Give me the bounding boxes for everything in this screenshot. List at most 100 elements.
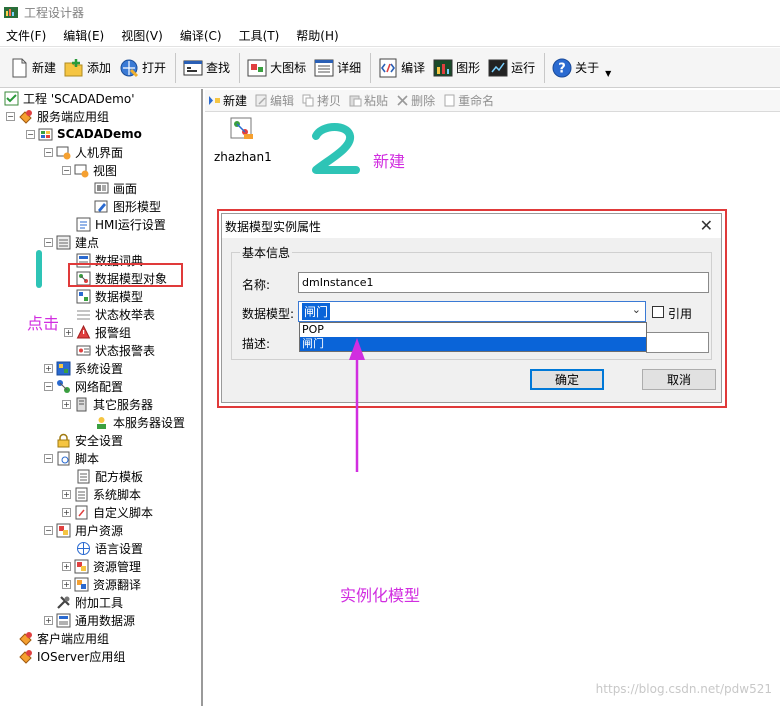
instance-item[interactable]: zhazhan1 [214, 116, 274, 166]
tree-node-data-model[interactable]: 数据模型 [64, 287, 144, 305]
tree-node-scadademo[interactable]: − SCADADemo [26, 125, 143, 143]
content-edit-button[interactable]: 编辑 [255, 92, 294, 109]
run-button[interactable]: 运行 [485, 53, 538, 83]
tree-node-client-group[interactable]: 客户端应用组 [6, 629, 110, 647]
tree-label: 其它服务器 [93, 397, 154, 412]
expand-icon[interactable]: + [44, 615, 53, 625]
expand-icon[interactable]: + [62, 579, 71, 589]
collapse-icon[interactable]: − [62, 165, 71, 175]
compile-button[interactable]: 编译 [375, 53, 428, 83]
menu-edit[interactable]: 编辑(E) [63, 27, 104, 44]
collapse-icon[interactable]: − [26, 129, 35, 139]
tree-node-resource-mgmt[interactable]: + 资源管理 [62, 557, 142, 575]
new-button[interactable]: 新建 [6, 53, 59, 83]
ok-button[interactable]: 确定 [530, 369, 604, 390]
tree-node-recipe-template[interactable]: 配方模板 [64, 467, 144, 485]
tree-node-network-config[interactable]: − 网络配置 [44, 377, 124, 395]
view-icon [74, 164, 89, 177]
data-model-instance-icon [230, 117, 253, 139]
title-bar: 工程设计器 [0, 0, 780, 24]
collapse-icon[interactable]: − [44, 147, 53, 157]
annotation-arrow [349, 338, 365, 472]
name-field[interactable]: dmInstance1 [298, 272, 709, 293]
model-select[interactable]: 闸门 ⌄ [298, 301, 646, 322]
tree-node-ioserver-group[interactable]: IOServer应用组 [6, 647, 126, 665]
highlight-box [68, 263, 183, 287]
graphics-button[interactable]: 图形 [430, 53, 483, 83]
expand-icon[interactable]: + [62, 489, 71, 499]
tree-node-server-group[interactable]: − 服务端应用组 [6, 107, 110, 125]
tree-node-screen[interactable]: 画面 [82, 179, 138, 197]
graphic-model-icon [94, 200, 108, 212]
tree-node-script[interactable]: − 脚本 [44, 449, 100, 467]
find-button[interactable]: 查找 [180, 53, 233, 83]
tree-label: 语言设置 [95, 541, 144, 556]
instance-properties-dialog: 数据模型实例属性 ✕ 基本信息 名称: dmInstance1 数据模型: 闸门… [221, 213, 722, 403]
collapse-icon[interactable]: − [44, 453, 53, 463]
tree-node-hmi[interactable]: − 人机界面 [44, 143, 124, 161]
desc-field[interactable] [646, 332, 709, 353]
about-button[interactable]: ? 关于 ▼ [549, 53, 614, 83]
content-delete-label: 删除 [411, 94, 436, 108]
menu-compile[interactable]: 编译(C) [180, 27, 222, 44]
details-button[interactable]: 详细 [311, 53, 364, 83]
content-paste-button[interactable]: 粘贴 [349, 92, 388, 109]
rename-icon [444, 94, 455, 107]
tree-node-security[interactable]: 安全设置 [44, 431, 124, 449]
content-copy-button[interactable]: 拷贝 [302, 92, 341, 109]
tree-node-view[interactable]: − 视图 [62, 161, 118, 179]
menu-file[interactable]: 文件(F) [6, 27, 46, 44]
tree-node-language[interactable]: 语言设置 [64, 539, 144, 557]
tree-label: 附加工具 [75, 595, 124, 610]
toolbar-separator [239, 52, 241, 83]
close-icon[interactable]: ✕ [700, 216, 713, 235]
delete-icon [397, 95, 408, 106]
menu-tools[interactable]: 工具(T) [239, 27, 280, 44]
tree-node-addon-tools[interactable]: 附加工具 [44, 593, 124, 611]
tree-node-graphic-model[interactable]: 图形模型 [82, 197, 162, 215]
menu-help[interactable]: 帮助(H) [296, 27, 338, 44]
tree-node-system-settings[interactable]: + 系统设置 [44, 359, 124, 377]
language-icon [77, 541, 90, 555]
expand-icon[interactable]: + [64, 327, 73, 337]
tree-node-hmi-settings[interactable]: HMI运行设置 [64, 215, 167, 233]
tree-node-alarm-group[interactable]: + 报警组 [64, 323, 132, 341]
tree-node-common-datasource[interactable]: + 通用数据源 [44, 611, 136, 629]
open-button[interactable]: 打开 [116, 53, 169, 83]
content-delete-button[interactable]: 删除 [396, 92, 435, 109]
tree-node-project[interactable]: 工程 'SCADADemo' [4, 89, 136, 107]
datasource-icon [56, 613, 71, 627]
tree-node-resource-translate[interactable]: + 资源翻译 [62, 575, 142, 593]
toolbar-overflow-icon[interactable]: ▼ [605, 69, 611, 78]
tree-node-system-script[interactable]: + 系统脚本 [62, 485, 142, 503]
content-new-button[interactable]: 新建 [208, 92, 247, 109]
collapse-icon[interactable]: − [6, 111, 15, 121]
content-rename-button[interactable]: 重命名 [443, 92, 494, 109]
collapse-icon[interactable]: − [44, 381, 53, 391]
large-icons-button[interactable]: 大图标 [244, 53, 309, 83]
tree-label: 系统脚本 [93, 487, 142, 502]
collapse-icon[interactable]: − [44, 525, 53, 535]
expand-icon[interactable]: + [62, 561, 71, 571]
tree-label: 资源管理 [93, 559, 142, 574]
about-button-label: 关于 [575, 61, 600, 75]
model-label: 数据模型: [242, 307, 295, 321]
collapse-icon[interactable]: − [44, 237, 53, 247]
menu-view[interactable]: 视图(V) [121, 27, 163, 44]
tree-node-user-resources[interactable]: − 用户资源 [44, 521, 124, 539]
reference-checkbox[interactable] [652, 306, 664, 318]
tree-node-other-servers[interactable]: + 其它服务器 [62, 395, 154, 413]
tree-node-custom-script[interactable]: + 自定义脚本 [62, 503, 154, 521]
chevron-down-icon[interactable]: ⌄ [632, 303, 641, 316]
tree-node-this-server[interactable]: 本服务器设置 [82, 413, 186, 431]
tree-node-build-points[interactable]: − 建点 [44, 233, 100, 251]
add-button[interactable]: 添加 [61, 53, 114, 83]
cancel-button[interactable]: 取消 [642, 369, 716, 390]
tree-node-state-alarm[interactable]: 状态报警表 [64, 341, 156, 359]
expand-icon[interactable]: + [62, 399, 71, 409]
project-check-icon [4, 91, 19, 105]
expand-icon[interactable]: + [44, 363, 53, 373]
tree-node-state-enum[interactable]: 状态枚举表 [64, 305, 156, 323]
expand-icon[interactable]: + [62, 507, 71, 517]
desc-label: 描述: [242, 337, 271, 351]
